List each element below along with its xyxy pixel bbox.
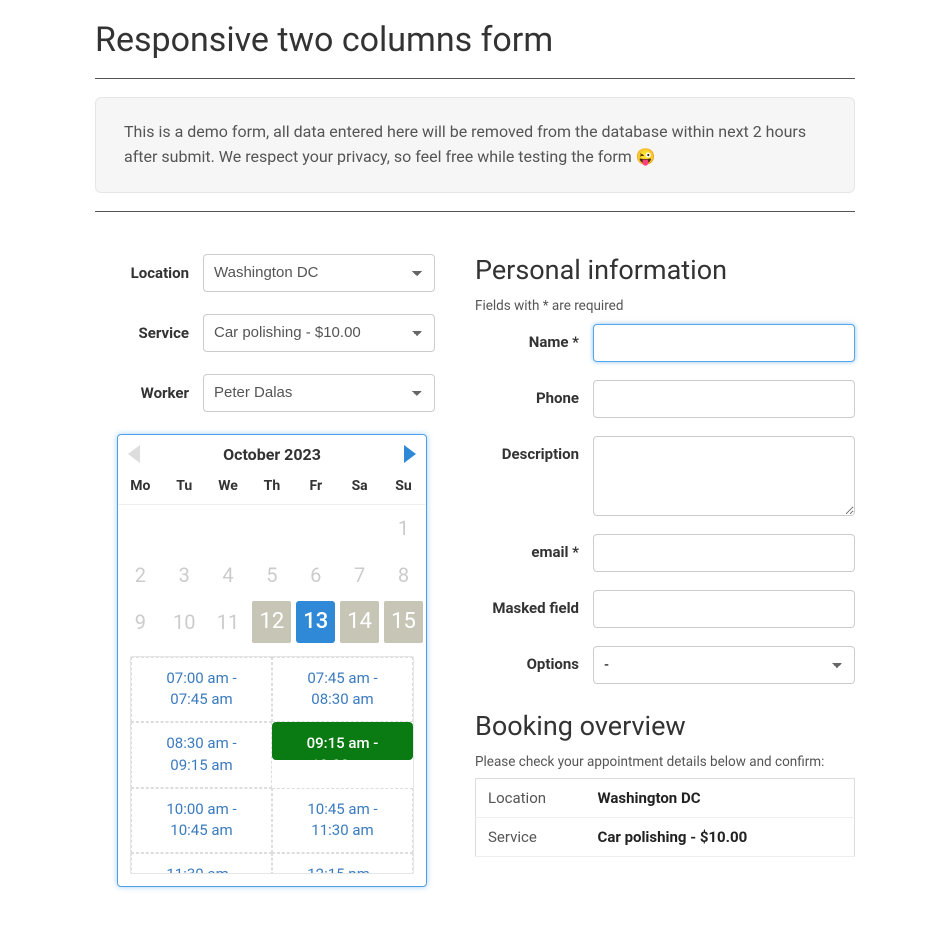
options-select[interactable]: -: [593, 646, 855, 684]
calendar-month: October 2023: [223, 445, 321, 464]
time-slot[interactable]: 11:30 am -: [131, 853, 272, 873]
overview-table: LocationWashington DCServiceCar polishin…: [475, 778, 855, 857]
left-column: Location Washington DC Service Car polis…: [95, 254, 435, 888]
name-input[interactable]: [593, 324, 855, 362]
calendar-day[interactable]: 15: [382, 598, 426, 645]
worker-select[interactable]: Peter Dalas: [203, 374, 435, 412]
calendar-day: 7: [338, 551, 382, 598]
calendar-day: [250, 504, 294, 551]
time-slot[interactable]: 08:30 am - 09:15 am: [131, 722, 272, 788]
divider: [95, 78, 855, 79]
divider: [95, 211, 855, 212]
time-slot[interactable]: 10:00 am - 10:45 am: [131, 788, 272, 854]
calendar-day: 2: [119, 551, 163, 598]
email-label: email *: [475, 534, 593, 561]
page-title: Responsive two columns form: [95, 20, 855, 60]
overview-hint: Please check your appointment details be…: [475, 754, 855, 770]
next-month-icon[interactable]: [404, 445, 416, 463]
weekday-header: Sa: [338, 470, 382, 505]
calendar-day: 6: [294, 551, 338, 598]
demo-notice: This is a demo form, all data entered he…: [95, 97, 855, 193]
time-slot[interactable]: 07:45 am - 08:30 am: [272, 657, 413, 723]
overview-key: Service: [476, 817, 586, 856]
calendar-day[interactable]: 13: [294, 598, 338, 645]
calendar-day: 11: [206, 598, 250, 645]
options-label: Options: [475, 646, 593, 673]
time-slot[interactable]: 10:45 am - 11:30 am: [272, 788, 413, 854]
calendar-day: [119, 504, 163, 551]
email-input[interactable]: [593, 534, 855, 572]
calendar-grid: MoTuWeThFrSaSu 123456789101112131415: [118, 470, 426, 646]
calendar-day: [162, 504, 206, 551]
calendar-day[interactable]: 14: [338, 598, 382, 645]
overview-heading: Booking overview: [475, 710, 855, 742]
calendar-day: 3: [162, 551, 206, 598]
weekday-header: We: [206, 470, 250, 505]
worker-label: Worker: [95, 384, 203, 402]
calendar: October 2023 MoTuWeThFrSaSu 123456789101…: [117, 434, 427, 888]
service-select[interactable]: Car polishing - $10.00: [203, 314, 435, 352]
weekday-header: Th: [250, 470, 294, 505]
phone-input[interactable]: [593, 380, 855, 418]
overview-value: Car polishing - $10.00: [586, 817, 855, 856]
description-label: Description: [475, 436, 593, 463]
name-label: Name *: [475, 324, 593, 351]
calendar-day: 9: [119, 598, 163, 645]
time-slot[interactable]: 09:15 am - 10:00 am: [272, 722, 413, 760]
calendar-day: 10: [162, 598, 206, 645]
calendar-day: 4: [206, 551, 250, 598]
overview-key: Location: [476, 778, 586, 817]
overview-row: ServiceCar polishing - $10.00: [476, 817, 855, 856]
weekday-header: Fr: [294, 470, 338, 505]
weekday-header: Mo: [119, 470, 163, 505]
time-slots: 07:00 am - 07:45 am07:45 am - 08:30 am08…: [130, 656, 414, 875]
calendar-day[interactable]: 12: [250, 598, 294, 645]
prev-month-icon: [128, 445, 140, 463]
description-input[interactable]: [593, 436, 855, 516]
location-select[interactable]: Washington DC: [203, 254, 435, 292]
time-slot[interactable]: 07:00 am - 07:45 am: [131, 657, 272, 723]
weekday-header: Tu: [162, 470, 206, 505]
masked-label: Masked field: [475, 590, 593, 617]
right-column: Personal information Fields with * are r…: [475, 254, 855, 857]
calendar-day: 8: [382, 551, 426, 598]
overview-row: LocationWashington DC: [476, 778, 855, 817]
calendar-day: [206, 504, 250, 551]
location-label: Location: [95, 264, 203, 282]
phone-label: Phone: [475, 380, 593, 407]
weekday-header: Su: [382, 470, 426, 505]
notice-text: This is a demo form, all data entered he…: [124, 122, 806, 166]
required-hint: Fields with * are required: [475, 298, 855, 314]
overview-value: Washington DC: [586, 778, 855, 817]
time-slot[interactable]: 12:15 pm -: [272, 853, 413, 873]
calendar-day: 1: [382, 504, 426, 551]
masked-input[interactable]: [593, 590, 855, 628]
calendar-day: [338, 504, 382, 551]
personal-heading: Personal information: [475, 254, 855, 286]
calendar-day: [294, 504, 338, 551]
calendar-day: 5: [250, 551, 294, 598]
service-label: Service: [95, 324, 203, 342]
